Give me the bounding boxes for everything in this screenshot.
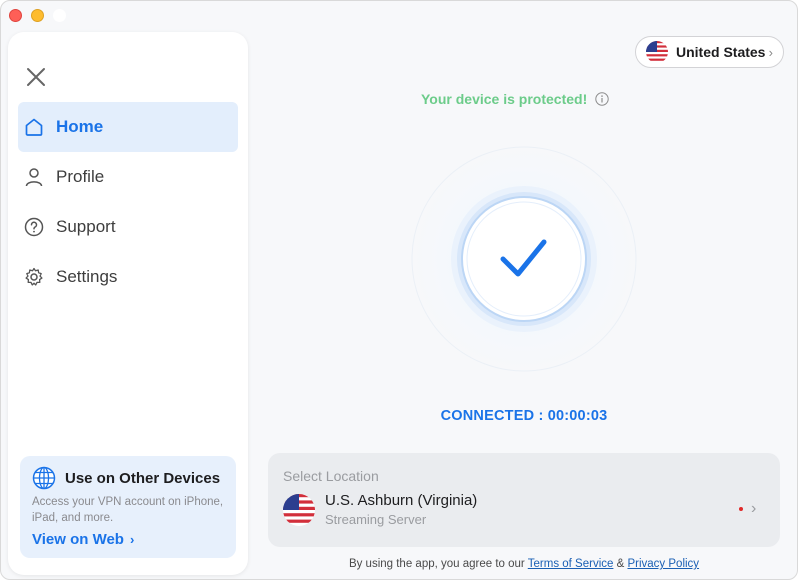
other-devices-card: Use on Other Devices Access your VPN acc…	[20, 456, 236, 558]
home-icon	[24, 117, 44, 137]
devices-card-description: Access your VPN account on iPhone, iPad,…	[32, 496, 224, 524]
sidebar-item-settings[interactable]: Settings	[18, 252, 238, 302]
connection-status-indicator[interactable]	[411, 146, 637, 372]
window-controls	[9, 9, 66, 22]
chevron-right-icon: ›	[768, 44, 773, 60]
devices-card-title: Use on Other Devices	[65, 469, 221, 487]
chevron-right-icon: ›	[751, 500, 757, 517]
privacy-policy-link[interactable]: Privacy Policy	[627, 558, 699, 570]
connection-timer: CONNECTED : 00:00:03	[440, 408, 608, 424]
select-location-heading: Select Location	[283, 468, 379, 484]
close-window-button[interactable]	[9, 9, 22, 22]
country-label: United States	[676, 44, 766, 60]
sidebar-item-label: Home	[56, 117, 104, 136]
sidebar-item-home[interactable]: Home	[18, 102, 238, 152]
sidebar-nav: Home Profile Support Settings	[18, 102, 238, 302]
sidebar-item-label: Settings	[56, 267, 118, 286]
sidebar-item-label: Support	[56, 217, 116, 236]
footer-ampersand: &	[616, 558, 625, 570]
person-icon	[24, 167, 44, 187]
sidebar-item-support[interactable]: Support	[18, 202, 238, 252]
gear-icon	[24, 267, 44, 287]
server-type: Streaming Server	[325, 512, 427, 527]
location-name: U.S. Ashburn (Virginia)	[325, 492, 478, 509]
terms-of-service-link[interactable]: Terms of Service	[528, 558, 614, 570]
sidebar-item-label: Profile	[56, 167, 105, 186]
globe-icon	[32, 466, 56, 490]
devices-card-header: Use on Other Devices	[32, 466, 224, 490]
us-flag-icon	[646, 41, 668, 63]
legal-footer: By using the app, you agree to our Terms…	[268, 558, 780, 570]
notification-dot	[739, 507, 743, 511]
chevron-right-icon: ›	[129, 532, 135, 547]
minimize-window-button[interactable]	[31, 9, 44, 22]
close-icon	[27, 68, 45, 86]
footer-text: By using the app, you agree to our	[348, 558, 525, 570]
app-window: Home Profile Support Settings Use on Oth…	[0, 0, 798, 580]
protection-message: Your device is protected!	[421, 91, 588, 107]
info-icon[interactable]	[595, 92, 609, 106]
protection-status: Your device is protected!	[421, 91, 631, 107]
select-location-card[interactable]: Select Location U.S. Ashburn (Virginia) …	[268, 453, 780, 547]
view-on-web-link[interactable]: View on Web ›	[32, 531, 224, 548]
close-sidebar-button[interactable]	[25, 66, 47, 88]
us-flag-icon	[283, 494, 315, 526]
question-icon	[24, 217, 44, 237]
view-on-web-label: View on Web	[32, 531, 124, 548]
country-selector-button[interactable]: United States ›	[635, 36, 784, 68]
sidebar: Home Profile Support Settings Use on Oth…	[8, 32, 248, 575]
sidebar-item-profile[interactable]: Profile	[18, 152, 238, 202]
zoom-window-button[interactable]	[53, 9, 66, 22]
